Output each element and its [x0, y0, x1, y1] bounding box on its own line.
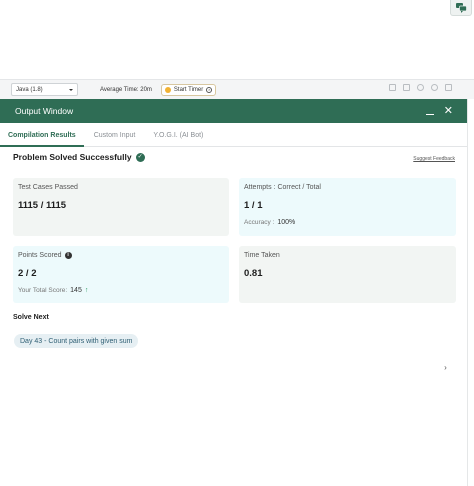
toolbar-icons [389, 84, 452, 91]
start-timer-button[interactable]: Start Timer × [160, 83, 217, 96]
average-time: Average Time: 20m [100, 86, 152, 93]
solve-next-item[interactable]: Day 43 - Count pairs with given sum [14, 334, 139, 348]
time-value: 0.81 [244, 268, 263, 279]
settings-icon[interactable] [417, 84, 424, 91]
solve-next-heading: Solve Next [13, 314, 49, 321]
start-timer-label: Start Timer [173, 86, 204, 93]
accuracy-value: 100% [277, 219, 296, 226]
attempts-label: Attempts : Correct / Total [244, 184, 321, 191]
language-select-value: Java (1.8) [16, 86, 43, 93]
points-value: 2 / 2 [18, 268, 37, 279]
arrow-up-icon: ↑ [84, 287, 89, 294]
tab-yogi-ai-bot[interactable]: Y.O.G.I. (AI Bot) [153, 132, 203, 146]
close-icon[interactable]: × [206, 86, 213, 93]
editor-toolbar: Java (1.8) Average Time: 20m Start Timer… [0, 79, 474, 99]
result-status: Problem Solved Successfully ✓ [13, 152, 145, 162]
accuracy-row: Accuracy : 100% [244, 219, 451, 226]
time-label: Time Taken [244, 252, 280, 259]
output-window-header: Output Window ✕ [0, 99, 467, 123]
chevron-down-icon [69, 88, 73, 91]
output-window-title: Output Window [15, 106, 74, 116]
timer-icon [164, 86, 171, 93]
close-icon[interactable]: ✕ [444, 105, 453, 117]
info-icon[interactable]: i [64, 252, 72, 259]
tab-custom-input[interactable]: Custom Input [94, 132, 136, 146]
output-window: Output Window ✕ Compilation Results Cust… [0, 99, 468, 486]
test-cases-value: 1115 / 1115 [18, 200, 67, 211]
test-cases-card: Test Cases Passed 1115 / 1115 [13, 178, 229, 236]
window-controls: ✕ [425, 105, 453, 117]
fullscreen-icon[interactable] [445, 84, 452, 91]
accuracy-label: Accuracy : [244, 219, 275, 226]
chevron-right-icon[interactable]: › [440, 362, 451, 373]
attempts-value: 1 / 1 [244, 200, 263, 211]
suggest-feedback-link[interactable]: Suggest Feedback [413, 156, 455, 162]
copy-icon[interactable] [389, 84, 396, 91]
chat-button[interactable] [450, 0, 472, 16]
chat-bubbles-icon [455, 2, 467, 13]
result-status-text: Problem Solved Successfully [13, 152, 132, 162]
page: Java (1.8) Average Time: 20m Start Timer… [0, 0, 474, 486]
points-label: Points Scored [18, 252, 62, 259]
language-select[interactable]: Java (1.8) [11, 83, 78, 96]
total-score-row: Your Total Score: 145 ↑ [18, 287, 224, 294]
reset-icon[interactable] [431, 84, 438, 91]
tab-compilation-results[interactable]: Compilation Results [0, 132, 84, 147]
paste-icon[interactable] [403, 84, 410, 91]
points-label-row: Points Scored i [18, 252, 224, 259]
check-circle-icon: ✓ [135, 152, 145, 162]
attempts-card: Attempts : Correct / Total 1 / 1 Accurac… [239, 178, 456, 236]
minimize-icon[interactable] [425, 113, 434, 115]
output-tabs: Compilation Results Custom Input Y.O.G.I… [0, 123, 467, 147]
points-card: Points Scored i 2 / 2 Your Total Score: … [13, 246, 229, 303]
test-cases-label: Test Cases Passed [18, 184, 78, 191]
total-score-label: Your Total Score: [18, 287, 68, 294]
total-score-value: 145 [70, 287, 82, 294]
time-card: Time Taken 0.81 [239, 246, 456, 303]
